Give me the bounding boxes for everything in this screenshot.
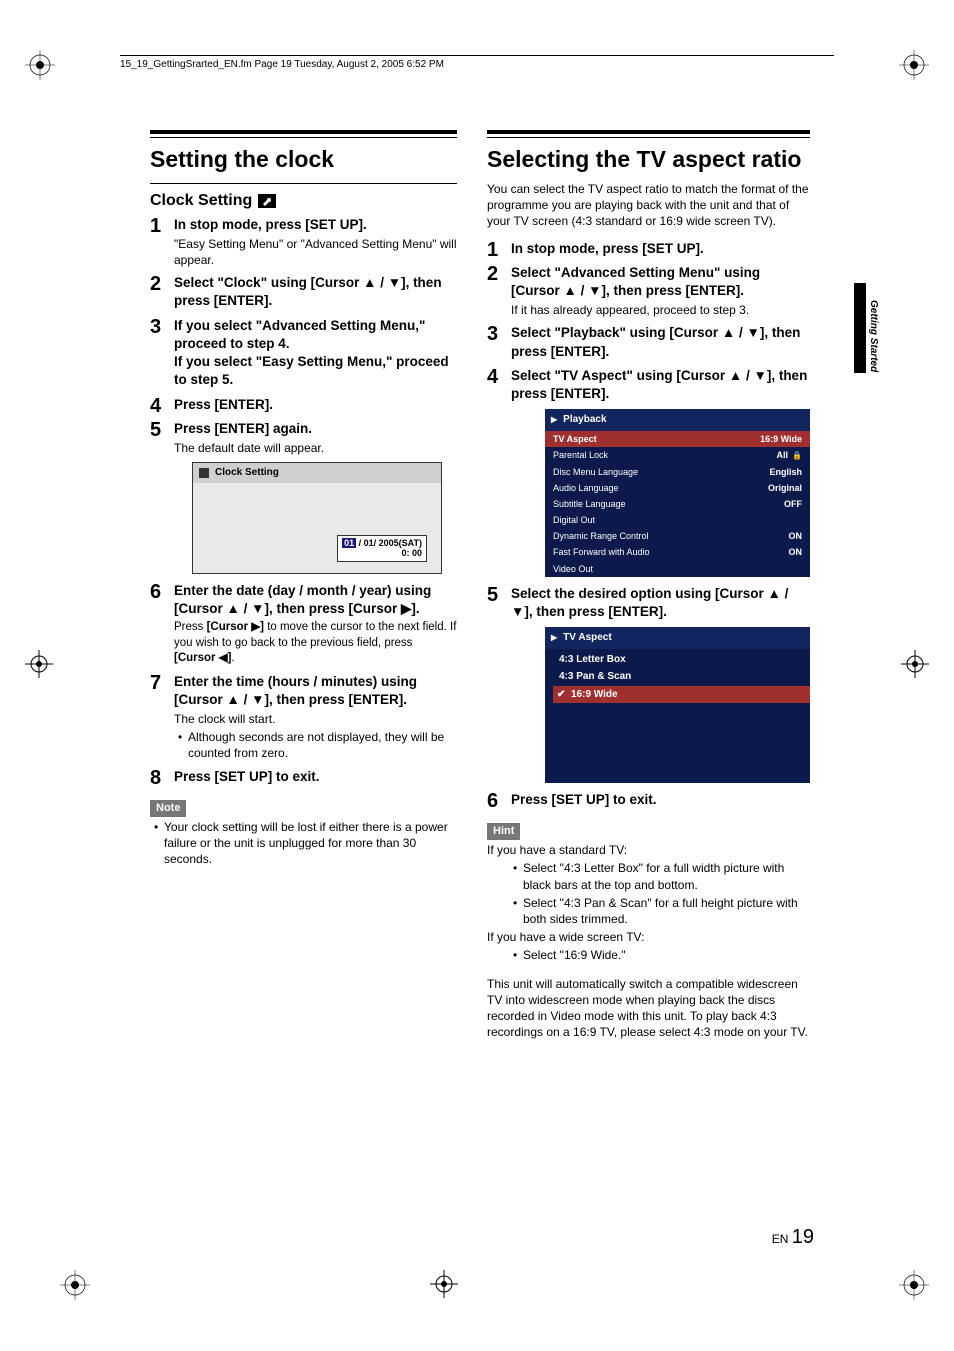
rstep-4: Select "TV Aspect" using [Cursor ▲ / ▼],… xyxy=(487,367,810,577)
rstep-5: Select the desired option using [Cursor … xyxy=(487,585,810,783)
section-title-aspect: Selecting the TV aspect ratio xyxy=(487,144,810,175)
note-item: Your clock setting will be lost if eithe… xyxy=(154,819,457,868)
section-tab-label: Getting Started xyxy=(867,300,881,372)
step-title: Press [ENTER] again. xyxy=(174,420,457,438)
hint-list: Select "16:9 Wide." xyxy=(513,947,810,963)
hint-item: Select "16:9 Wide." xyxy=(513,947,810,963)
step-body: If it has already appeared, proceed to s… xyxy=(511,302,810,318)
menu-row: Digital Out xyxy=(545,512,810,528)
header-meta: 15_19_GettingSrarted_EN.fm Page 19 Tuesd… xyxy=(120,55,834,72)
step-body: Press [Cursor ▶] to move the cursor to t… xyxy=(174,620,457,667)
left-column: Setting the clock Clock Setting In stop … xyxy=(150,130,457,1042)
rule xyxy=(150,183,457,184)
aspect-option: 16:9 Wide xyxy=(553,686,810,704)
hint-intro: If you have a wide screen TV: xyxy=(487,929,810,945)
clock-time: 0: 00 xyxy=(342,548,422,559)
hint-intro: If you have a standard TV: xyxy=(487,842,810,858)
clock-date-rest: / 01/ 2005(SAT) xyxy=(356,538,422,548)
clock-icon xyxy=(199,468,209,478)
menu-title-text: TV Aspect xyxy=(563,631,612,645)
step-title: Select the desired option using [Cursor … xyxy=(511,585,810,621)
aspect-menu-title: ▶ TV Aspect xyxy=(545,627,810,649)
rstep-2: Select "Advanced Setting Menu" using [Cu… xyxy=(487,264,810,319)
rule xyxy=(487,130,810,138)
menu-row: Audio LanguageOriginal xyxy=(545,480,810,496)
menu-row: Subtitle LanguageOFF xyxy=(545,496,810,512)
subsection-clock-setting: Clock Setting xyxy=(150,190,457,212)
clock-setting-screen: Clock Setting 01 / 01/ 2005(SAT) 0: 00 xyxy=(192,462,442,574)
section-tab xyxy=(854,283,866,373)
registration-mark-icon xyxy=(60,1270,90,1300)
note-list: Your clock setting will be lost if eithe… xyxy=(154,819,457,868)
play-icon: ▶ xyxy=(551,415,557,426)
step-6: Enter the date (day / month / year) usin… xyxy=(150,582,457,667)
step-5: Press [ENTER] again. The default date wi… xyxy=(150,420,457,574)
menu-row: Video Out xyxy=(545,561,810,577)
aspect-menu: ▶ TV Aspect 4:3 Letter Box4:3 Pan & Scan… xyxy=(545,627,810,783)
hint-list: Select "4:3 Letter Box" for a full width… xyxy=(513,860,810,927)
hint-paragraph: This unit will automatically switch a co… xyxy=(487,976,810,1041)
registration-mark-icon xyxy=(430,1270,458,1298)
step-title: Select "Advanced Setting Menu" using [Cu… xyxy=(511,264,810,300)
step-title: Press [ENTER]. xyxy=(174,396,457,414)
rstep-1: In stop mode, press [SET UP]. xyxy=(487,240,810,258)
playback-menu-title: ▶ Playback xyxy=(545,409,810,431)
step-title: In stop mode, press [SET UP]. xyxy=(174,216,457,234)
hint-item: Select "4:3 Pan & Scan" for a full heigh… xyxy=(513,895,810,927)
hint-label: Hint xyxy=(487,823,520,840)
step-8: Press [SET UP] to exit. xyxy=(150,768,457,786)
step-3: If you select "Advanced Setting Menu," p… xyxy=(150,317,457,390)
menu-row: Dynamic Range ControlON xyxy=(545,528,810,544)
step-4: Press [ENTER]. xyxy=(150,396,457,414)
page-lang: EN xyxy=(772,1232,789,1246)
rstep-6: Press [SET UP] to exit. xyxy=(487,791,810,809)
play-icon: ▶ xyxy=(551,633,557,644)
page-number-value: 19 xyxy=(792,1226,814,1248)
clock-screen-title-text: Clock Setting xyxy=(215,466,279,480)
aspect-option: 4:3 Pan & Scan xyxy=(553,668,810,686)
registration-mark-icon xyxy=(899,50,929,80)
clock-day-selected: 01 xyxy=(342,538,356,548)
menu-row: Parental LockAll🔒 xyxy=(545,447,810,464)
step-7: Enter the time (hours / minutes) using [… xyxy=(150,673,457,762)
step-title: If you select "Advanced Setting Menu," p… xyxy=(174,317,457,390)
clock-date-box: 01 / 01/ 2005(SAT) 0: 00 xyxy=(337,535,427,563)
step-title: Select "TV Aspect" using [Cursor ▲ / ▼],… xyxy=(511,367,810,403)
step-title: Select "Playback" using [Cursor ▲ / ▼], … xyxy=(511,324,810,360)
aspect-option: 4:3 Letter Box xyxy=(553,651,810,669)
step-1: In stop mode, press [SET UP]. "Easy Sett… xyxy=(150,216,457,269)
wrench-icon xyxy=(258,194,276,208)
rstep-3: Select "Playback" using [Cursor ▲ / ▼], … xyxy=(487,324,810,360)
page-number: EN 19 xyxy=(772,1224,814,1251)
menu-title-text: Playback xyxy=(563,413,606,427)
step-title: Enter the date (day / month / year) usin… xyxy=(174,582,457,618)
hint-item: Select "4:3 Letter Box" for a full width… xyxy=(513,860,810,892)
registration-mark-icon xyxy=(25,650,53,678)
intro-text: You can select the TV aspect ratio to ma… xyxy=(487,181,810,230)
step-title: Select "Clock" using [Cursor ▲ / ▼], the… xyxy=(174,274,457,310)
step-bullets: Although seconds are not displayed, they… xyxy=(178,729,457,761)
registration-mark-icon xyxy=(899,1270,929,1300)
rule xyxy=(150,130,457,138)
step-title: Enter the time (hours / minutes) using [… xyxy=(174,673,457,709)
step-title: Press [SET UP] to exit. xyxy=(511,791,810,809)
menu-row: Disc Menu LanguageEnglish xyxy=(545,464,810,480)
section-title-clock: Setting the clock xyxy=(150,144,457,175)
registration-mark-icon xyxy=(25,50,55,80)
menu-row: TV Aspect16:9 Wide xyxy=(545,431,810,447)
step-body: "Easy Setting Menu" or "Advanced Setting… xyxy=(174,236,457,268)
note-label: Note xyxy=(150,800,186,817)
playback-menu: ▶ Playback TV Aspect16:9 WideParental Lo… xyxy=(545,409,810,576)
step-body: The default date will appear. xyxy=(174,440,457,456)
right-column: Selecting the TV aspect ratio You can se… xyxy=(487,130,810,1042)
subsection-label: Clock Setting xyxy=(150,190,252,212)
step-2: Select "Clock" using [Cursor ▲ / ▼], the… xyxy=(150,274,457,310)
step-title: Press [SET UP] to exit. xyxy=(174,768,457,786)
menu-row: Fast Forward with AudioON xyxy=(545,544,810,560)
registration-mark-icon xyxy=(901,650,929,678)
clock-screen-title: Clock Setting xyxy=(193,463,441,483)
step-title: In stop mode, press [SET UP]. xyxy=(511,240,810,258)
step-body: The clock will start. xyxy=(174,711,457,727)
bullet: Although seconds are not displayed, they… xyxy=(178,729,457,761)
